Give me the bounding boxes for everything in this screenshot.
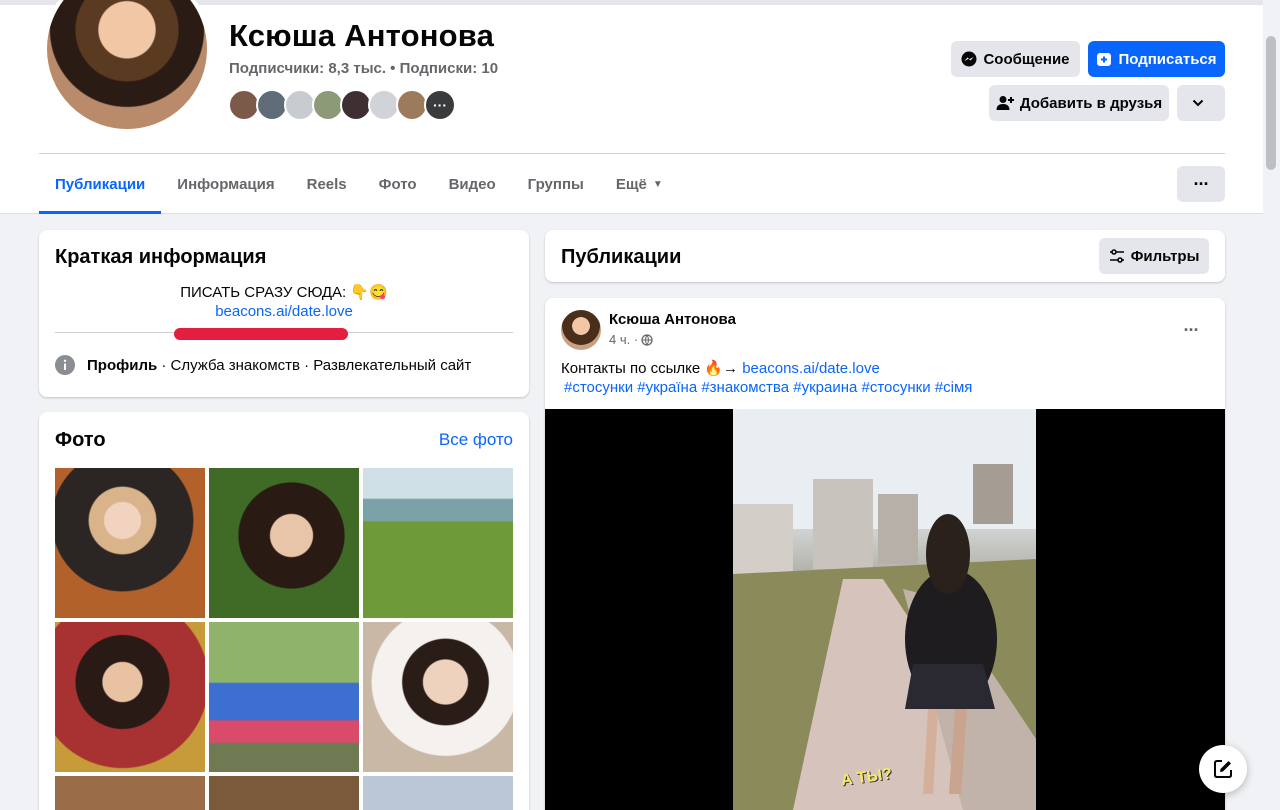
post-author-name[interactable]: Ксюша Антонова <box>609 311 736 328</box>
tab-label: Группы <box>527 175 584 193</box>
photo-thumbnail[interactable] <box>55 468 205 618</box>
filter-icon <box>1109 249 1124 263</box>
tab-videos[interactable]: Видео <box>433 154 512 214</box>
tab-info[interactable]: Информация <box>161 154 290 214</box>
add-friend-label: Добавить в друзья <box>1019 94 1163 112</box>
tab-reels[interactable]: Reels <box>291 154 363 214</box>
ellipsis-icon: ··· <box>1183 319 1200 340</box>
filters-button[interactable]: Фильтры <box>1099 238 1209 274</box>
tab-label: Публикации <box>55 175 146 193</box>
profile-name: Ксюша Антонова <box>229 18 495 53</box>
message-button[interactable]: Сообщение <box>951 41 1080 77</box>
post-video[interactable]: А ТЫ? <box>545 409 1225 810</box>
ellipsis-icon: ··· <box>1193 174 1210 194</box>
tab-groups[interactable]: Группы <box>512 154 600 214</box>
tab-publications[interactable]: Публикации <box>39 154 162 214</box>
photos-title: Фото <box>55 429 106 451</box>
bio-link[interactable]: beacons.ai/date.love <box>39 303 529 320</box>
posts-header-card: Публикации Фильтры <box>545 230 1225 282</box>
filters-label: Фильтры <box>1130 247 1200 265</box>
profile-categories: · Служба знакомств · Развлекательный сай… <box>157 356 472 374</box>
photo-thumbnail[interactable] <box>363 468 513 618</box>
globe-icon <box>641 333 653 346</box>
photo-thumbnail[interactable] <box>209 468 359 618</box>
more-friends-icon[interactable]: ··· <box>424 89 456 121</box>
photo-thumbnail[interactable] <box>209 622 359 772</box>
photo-grid-next-row <box>55 776 513 810</box>
photo-thumbnail[interactable] <box>363 622 513 772</box>
profile-label: Профиль <box>87 356 158 374</box>
friend-avatars: ··· <box>228 89 456 121</box>
redaction-scribble <box>174 328 348 340</box>
tab-label: Reels <box>306 175 347 193</box>
more-actions-button[interactable] <box>1177 85 1225 121</box>
tab-label: Видео <box>448 175 496 193</box>
tab-label: Фото <box>378 175 417 193</box>
photo-thumbnail[interactable] <box>55 776 205 810</box>
message-label: Сообщение <box>983 50 1070 68</box>
profile-menu-button[interactable]: ··· <box>1177 166 1225 202</box>
post-menu-button[interactable]: ··· <box>1173 312 1209 348</box>
add-friend-icon <box>996 96 1014 110</box>
tab-label: Ещё <box>615 175 647 193</box>
tab-label: Информация <box>177 175 275 193</box>
post-meta: 4 ч. · <box>609 332 653 347</box>
intro-title: Краткая информация <box>55 246 267 268</box>
photo-thumbnail[interactable] <box>209 776 359 810</box>
subscribe-button[interactable]: Подписаться <box>1088 41 1225 77</box>
posts-title: Публикации <box>561 246 682 268</box>
profile-tabs: Публикации Информация Reels Фото Видео Г… <box>39 154 679 214</box>
post-text: Контакты по ссылке 🔥→ beacons.ai/date.lo… <box>561 359 880 377</box>
photo-thumbnail[interactable] <box>363 776 513 810</box>
subscribe-label: Подписаться <box>1118 50 1217 68</box>
caret-down-icon: ▼ <box>652 178 663 190</box>
new-message-button[interactable] <box>1199 745 1247 793</box>
bio-text: ПИСАТЬ СРАЗУ СЮДА: 👇😋 <box>180 284 388 301</box>
info-icon <box>55 355 75 375</box>
tab-more[interactable]: Ещё ▼ <box>600 154 679 214</box>
post-author-avatar[interactable] <box>561 310 601 350</box>
subscribe-icon <box>1097 53 1112 66</box>
photo-thumbnail[interactable] <box>55 622 205 772</box>
video-frame: А ТЫ? <box>733 409 1036 810</box>
post-hashtags[interactable]: #стосунки #україна #знакомства #украина … <box>564 379 972 396</box>
profile-category: Профиль · Служба знакомств · Развлекател… <box>55 355 471 375</box>
video-scene <box>733 409 1036 810</box>
photo-grid <box>55 468 513 772</box>
add-friend-button[interactable]: Добавить в друзья <box>989 85 1169 121</box>
intro-card: Краткая информация ПИСАТЬ СРАЗУ СЮДА: 👇😋… <box>39 230 529 397</box>
post-time[interactable]: 4 ч. · <box>609 332 638 347</box>
post-link[interactable]: beacons.ai/date.love <box>742 360 880 377</box>
chevron-down-icon <box>1192 99 1204 107</box>
messenger-icon <box>961 51 977 67</box>
see-all-photos-link[interactable]: Все фото <box>439 430 513 450</box>
post-text-prefix: Контакты по ссылке 🔥→ <box>561 360 743 377</box>
tab-photos[interactable]: Фото <box>363 154 433 214</box>
compose-icon <box>1214 760 1232 778</box>
scrollbar-thumb[interactable] <box>1266 36 1276 170</box>
followers-count[interactable]: Подписчики: 8,3 тыс. • Подписки: 10 <box>229 60 498 77</box>
